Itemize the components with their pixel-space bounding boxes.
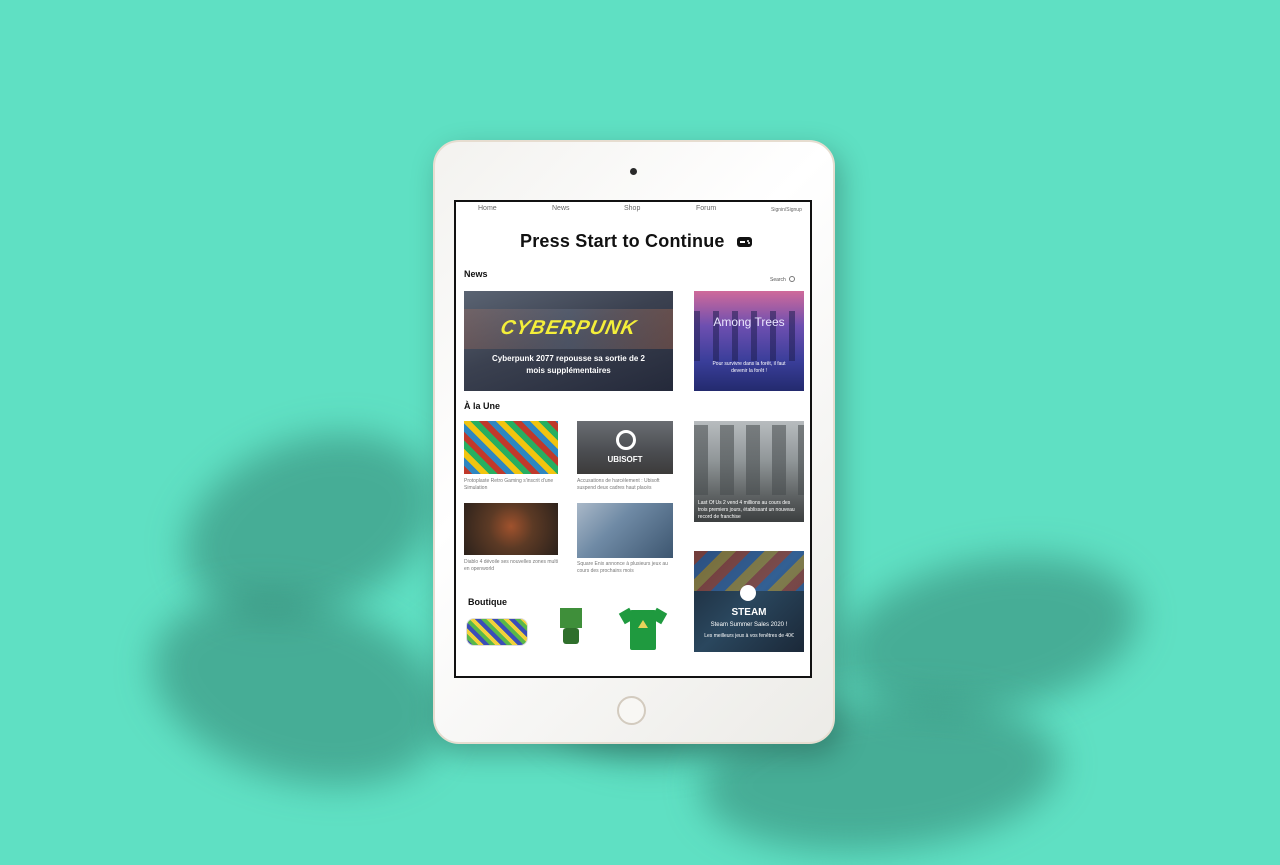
- steam-sale-card[interactable]: STEAM Steam Summer Sales 2020 ! Les meil…: [694, 551, 804, 652]
- plush-body: [563, 628, 579, 644]
- a-la-une-heading: À la Une: [464, 401, 501, 411]
- retro-gaming-image: [464, 421, 558, 474]
- site-title: Press Start to Continue: [520, 231, 725, 251]
- cyberpunk-headline: Cyberpunk 2077 repousse sa sortie de 2 m…: [492, 354, 645, 375]
- nav-item-shop[interactable]: Shop: [624, 205, 640, 212]
- search-link[interactable]: Search: [770, 275, 795, 283]
- steam-sale-caption: Les meilleurs jeux à vos fenêtres de 40€: [704, 633, 794, 639]
- article-caption: Diablo 4 dévoile ses nouvelles zones mul…: [464, 559, 558, 572]
- steam-logo: STEAM: [731, 607, 767, 618]
- diablo-image: [464, 503, 558, 555]
- product-creeper-plush[interactable]: [557, 608, 587, 648]
- nav-item-forum[interactable]: Forum: [696, 205, 716, 212]
- among-trees-title: Among Trees: [713, 315, 785, 329]
- top-nav: Home News Shop Forum Signin/Signup: [456, 205, 810, 215]
- camera-icon: [630, 168, 637, 175]
- search-icon: [788, 276, 795, 282]
- ubisoft-logo: UBISOFT: [607, 455, 643, 464]
- news-card-cyberpunk[interactable]: CYBERPUNK Cyberpunk 2077 repousse sa sor…: [464, 291, 673, 391]
- steam-sale-title: Steam Summer Sales 2020 !: [710, 622, 788, 628]
- search-label: Search: [770, 277, 786, 283]
- news-heading: News: [464, 269, 488, 279]
- nav-item-home[interactable]: Home: [478, 205, 497, 212]
- product-face-mask[interactable]: [466, 618, 528, 646]
- cyberpunk-logo: CYBERPUNK: [498, 317, 639, 339]
- among-trees-caption: Pour survivre dans la forêt, il faut dev…: [712, 361, 786, 374]
- triforce-icon: [638, 620, 648, 628]
- leaf-shadow: [131, 564, 469, 816]
- article-card-last-of-us[interactable]: Last Of Us 2 vend 4 millions au cours de…: [694, 421, 804, 522]
- article-caption: Accusations de harcèlement : Ubisoft sus…: [577, 478, 660, 491]
- nav-item-news[interactable]: News: [552, 205, 570, 212]
- tablet-screen: Home News Shop Forum Signin/Signup Press…: [454, 200, 812, 678]
- steam-icon: [740, 585, 756, 601]
- article-card-ubisoft[interactable]: UBISOFT: [577, 421, 673, 474]
- last-of-us-caption: Last Of Us 2 vend 4 millions au cours de…: [698, 500, 795, 520]
- article-card-diablo[interactable]: [464, 503, 558, 555]
- ubisoft-swirl-icon: [616, 430, 636, 450]
- product-zelda-tshirt[interactable]: [618, 607, 668, 652]
- gamepad-icon: [737, 237, 752, 247]
- plush-head: [560, 608, 582, 628]
- home-button[interactable]: [617, 696, 646, 725]
- article-caption: Square Enix annonce à plusieurs jeux au …: [577, 561, 668, 574]
- article-caption: Protoplaste Retro Gaming s'inscrit d'une…: [464, 478, 554, 491]
- article-card-retro[interactable]: [464, 421, 558, 474]
- boutique-heading: Boutique: [468, 597, 507, 607]
- news-card-among-trees[interactable]: Among Trees Pour survivre dans la forêt,…: [694, 291, 804, 391]
- ruined-buildings: [694, 425, 804, 495]
- signin-link[interactable]: Signin/Signup: [771, 207, 802, 213]
- article-card-square-enix[interactable]: [577, 503, 673, 558]
- square-enix-image: [577, 503, 673, 558]
